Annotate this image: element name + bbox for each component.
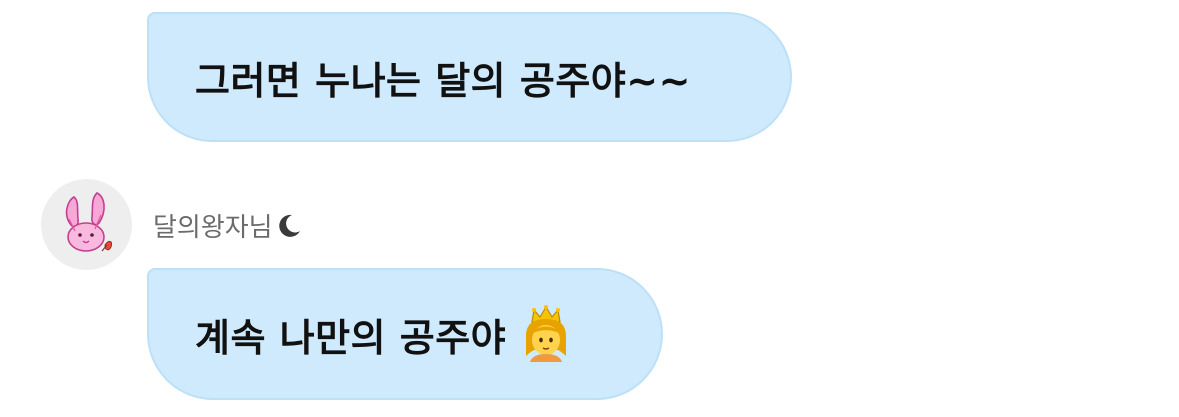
message-text: 그러면 누나는 달의 공주야~~ [195, 58, 691, 103]
message-bubble[interactable]: 그러면 누나는 달의 공주야~~ [147, 12, 792, 142]
message-text: 계속 나만의 공주야 [195, 315, 507, 360]
pink-bunny-avatar [65, 192, 112, 252]
crescent-moon-icon [278, 214, 300, 237]
princess-emoji [526, 305, 567, 362]
sender-name-row: 달의왕자님 [153, 205, 303, 245]
message-bubble[interactable]: 계속 나만의 공주야 [147, 268, 663, 400]
sender-avatar[interactable] [41, 179, 132, 270]
sender-name: 달의왕자님 [153, 212, 273, 243]
